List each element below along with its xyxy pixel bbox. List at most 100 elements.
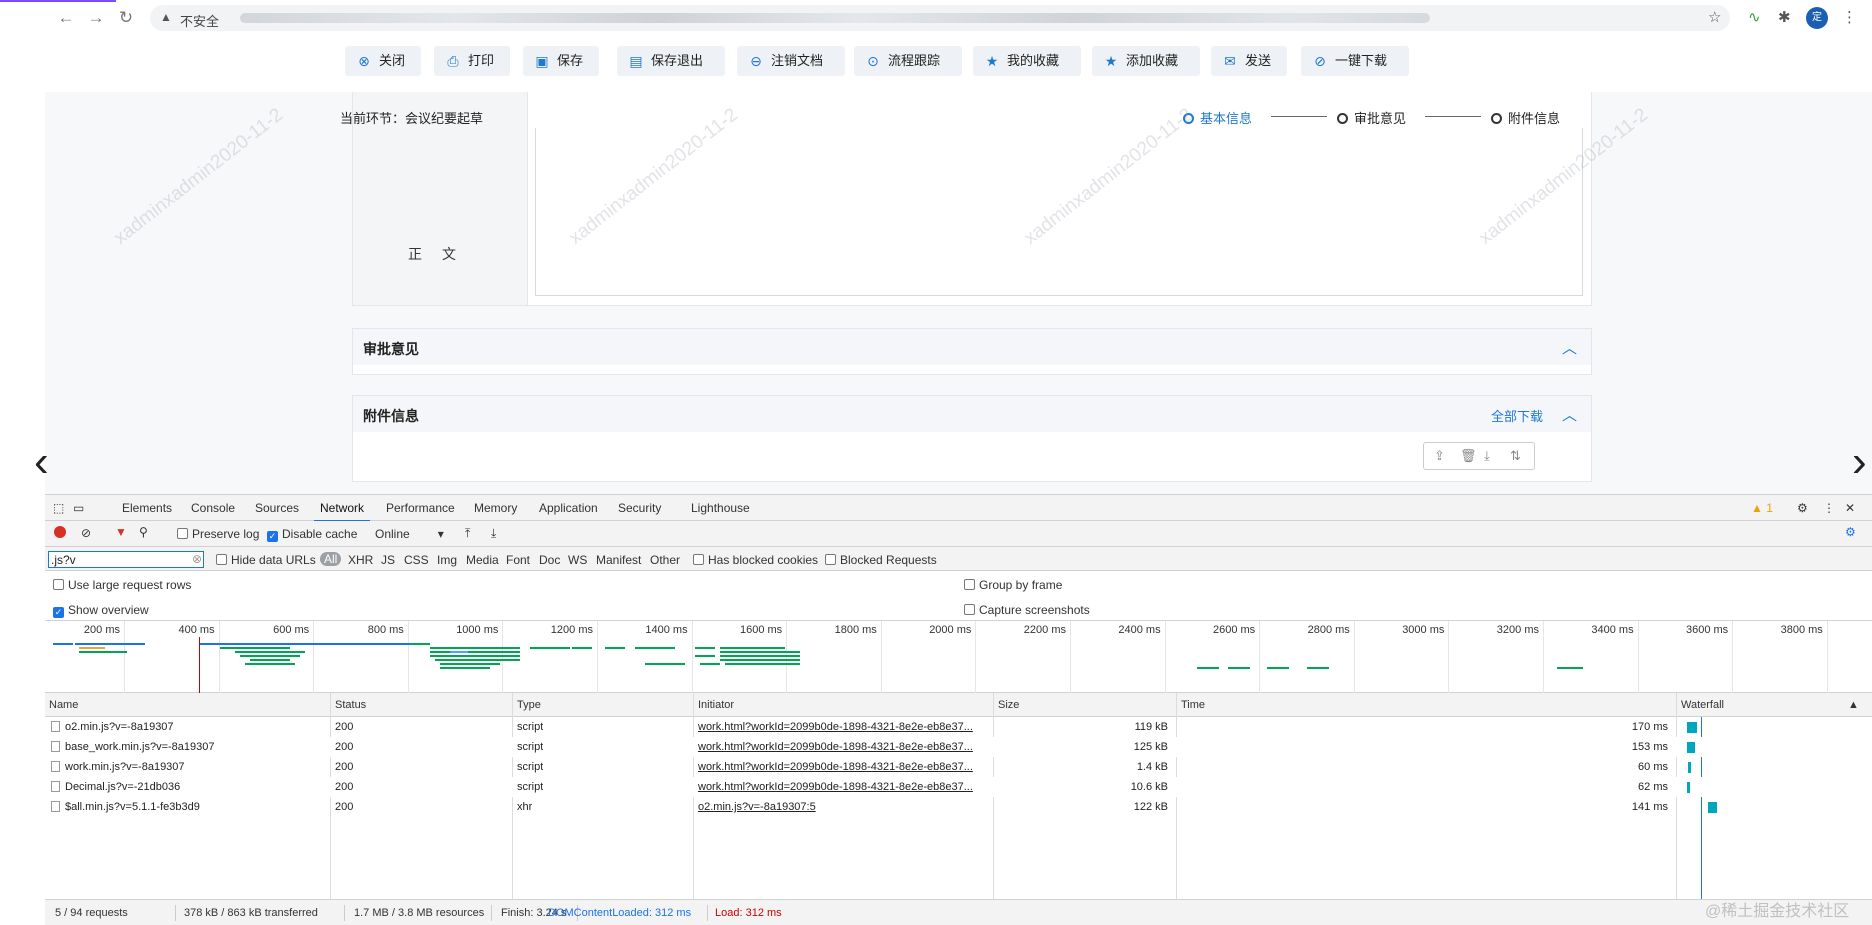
tab-elements[interactable]: Elements	[122, 501, 172, 515]
cancel-document-button[interactable]: ⊖ 注销文档	[737, 46, 845, 76]
timeline-overview[interactable]: 200 ms 400 ms 600 ms 800 ms 1000 ms 1200 ms 14…	[45, 621, 1872, 693]
send-button[interactable]: ✉ 发送	[1211, 46, 1287, 76]
next-arrow-icon[interactable]: ›	[1852, 440, 1867, 484]
type-filter-js[interactable]: JS	[381, 553, 395, 567]
search-icon[interactable]: ⚲	[139, 525, 148, 539]
warning-count[interactable]: ▲ 1	[1751, 501, 1773, 515]
more-menu-icon[interactable]: ⋮	[1823, 501, 1835, 515]
approval-panel-header[interactable]: 审批意见 ︿	[353, 329, 1591, 365]
step-attachments[interactable]: 附件信息	[1491, 108, 1560, 127]
chevron-up-icon[interactable]: ︿	[1562, 337, 1577, 358]
blocked-requests-checkbox[interactable]: Blocked Requests	[825, 553, 937, 567]
save-exit-button[interactable]: ▤ 保存退出	[617, 46, 725, 76]
download-icon[interactable]: ⤓	[1484, 448, 1490, 464]
request-row[interactable]: base_work.min.js?v=-8a19307 200 script work…	[45, 737, 1872, 757]
request-row[interactable]: o2.min.js?v=-8a19307 200 script work.html?w…	[45, 717, 1872, 737]
close-devtools-icon[interactable]: ✕	[1845, 501, 1855, 515]
show-overview-checkbox[interactable]: ✓ Show overview	[53, 603, 149, 618]
type-filter-all[interactable]: All	[320, 552, 342, 566]
export-har-icon[interactable]: ⤓	[491, 526, 496, 541]
request-initiator[interactable]: o2.min.js?v=-8a19307:5	[698, 801, 990, 813]
tab-lighthouse[interactable]: Lighthouse	[691, 501, 750, 515]
type-filter-xhr[interactable]: XHR	[348, 553, 373, 567]
trash-icon[interactable]: 🗑	[1460, 448, 1477, 464]
sort-icon[interactable]: ⇅	[1510, 448, 1521, 464]
filter-funnel-icon[interactable]: ▼	[115, 525, 127, 539]
tab-sources[interactable]: Sources	[255, 501, 299, 515]
one-click-download-button[interactable]: ⊘ 一键下载	[1301, 46, 1409, 76]
inspect-element-icon[interactable]: ⬚	[53, 501, 64, 515]
column-type[interactable]: Type	[517, 699, 541, 711]
print-button[interactable]: ⎙ 打印	[434, 46, 510, 76]
type-filter-font[interactable]: Font	[506, 553, 530, 567]
type-filter-media[interactable]: Media	[466, 553, 499, 567]
request-name[interactable]: base_work.min.js?v=-8a19307	[51, 741, 327, 753]
column-name[interactable]: Name	[49, 699, 78, 711]
address-bar[interactable]: ▲ 不安全	[150, 5, 1730, 31]
my-favorites-button[interactable]: ★ 我的收藏	[973, 46, 1081, 76]
profile-avatar[interactable]: 定	[1806, 7, 1828, 29]
chevron-up-icon[interactable]: ︿	[1562, 404, 1577, 425]
request-initiator[interactable]: work.html?workId=2099b0de-1898-4321-8e2e…	[698, 781, 990, 793]
type-filter-img[interactable]: Img	[437, 553, 457, 567]
add-favorite-button[interactable]: ★ 添加收藏	[1092, 46, 1200, 76]
type-filter-doc[interactable]: Doc	[539, 553, 560, 567]
settings-gear-icon[interactable]: ⚙	[1797, 501, 1808, 515]
tab-console[interactable]: Console	[191, 501, 235, 515]
bookmark-star-icon[interactable]: ☆	[1708, 8, 1721, 26]
tab-application[interactable]: Application	[539, 501, 598, 515]
request-name[interactable]: work.min.js?v=-8a19307	[51, 761, 327, 773]
save-button[interactable]: ▣ 保存	[523, 46, 599, 76]
clear-icon[interactable]: ⊘	[81, 526, 91, 540]
upload-icon[interactable]: ⇪	[1434, 448, 1445, 464]
tab-network[interactable]: Network	[313, 501, 371, 522]
filter-input[interactable]	[48, 551, 204, 568]
hide-data-urls-checkbox[interactable]: Hide data URLs	[216, 553, 316, 567]
column-time[interactable]: Time	[1181, 699, 1205, 711]
disable-cache-checkbox[interactable]: ✓ Disable cache	[267, 527, 357, 542]
request-initiator[interactable]: work.html?workId=2099b0de-1898-4321-8e2e…	[698, 741, 990, 753]
column-status[interactable]: Status	[335, 699, 366, 711]
blocked-cookies-checkbox[interactable]: Has blocked cookies	[693, 553, 818, 567]
request-row[interactable]: work.min.js?v=-8a19307 200 script work.html…	[45, 757, 1872, 777]
request-name[interactable]: Decimal.js?v=-21db036	[51, 781, 327, 793]
network-settings-gear-icon[interactable]: ⚙	[1845, 525, 1856, 539]
type-filter-manifest[interactable]: Manifest	[596, 553, 641, 567]
large-rows-checkbox[interactable]: Use large request rows	[53, 578, 191, 592]
step-approval[interactable]: 审批意见	[1337, 108, 1406, 127]
process-tracking-button[interactable]: ⊙ 流程跟踪	[854, 46, 962, 76]
request-name[interactable]: o2.min.js?v=-8a19307	[51, 721, 327, 733]
tab-memory[interactable]: Memory	[474, 501, 517, 515]
back-arrow-icon[interactable]: ←	[56, 8, 76, 28]
request-row[interactable]: $all.min.js?v=5.1.1-fe3b3d9 200 xhr o2.min.…	[45, 797, 1872, 817]
request-name[interactable]: $all.min.js?v=5.1.1-fe3b3d9	[51, 801, 327, 813]
request-initiator[interactable]: work.html?workId=2099b0de-1898-4321-8e2e…	[698, 721, 990, 733]
browser-menu-icon[interactable]: ⋮	[1842, 8, 1857, 26]
record-icon[interactable]	[54, 526, 66, 538]
sort-up-icon[interactable]: ▲	[1848, 699, 1859, 711]
column-size[interactable]: Size	[998, 699, 1019, 711]
request-row[interactable]: Decimal.js?v=-21db036 200 script work.html?…	[45, 777, 1872, 797]
throttle-select[interactable]: Online ▾	[375, 527, 444, 541]
capture-screenshots-checkbox[interactable]: Capture screenshots	[964, 603, 1090, 617]
extensions-puzzle-icon[interactable]: ✱	[1778, 8, 1791, 26]
type-filter-other[interactable]: Other	[650, 553, 680, 567]
tab-security[interactable]: Security	[618, 501, 661, 515]
type-filter-css[interactable]: CSS	[404, 553, 429, 567]
reload-icon[interactable]: ↻	[116, 8, 136, 28]
clear-filter-icon[interactable]: ⊗	[192, 552, 202, 566]
import-har-icon[interactable]: ⤒	[465, 526, 470, 541]
preserve-log-checkbox[interactable]: Preserve log	[177, 527, 259, 541]
forward-arrow-icon[interactable]: →	[86, 8, 106, 28]
download-all-link[interactable]: 全部下载	[1491, 406, 1543, 425]
extension-activity-icon[interactable]: ∿	[1748, 8, 1761, 26]
tab-performance[interactable]: Performance	[386, 501, 455, 515]
previous-arrow-icon[interactable]: ‹	[34, 440, 49, 484]
request-initiator[interactable]: work.html?workId=2099b0de-1898-4321-8e2e…	[698, 761, 990, 773]
column-waterfall[interactable]: Waterfall	[1681, 699, 1724, 711]
type-filter-ws[interactable]: WS	[568, 553, 587, 567]
device-toolbar-icon[interactable]: ▭	[73, 501, 84, 515]
group-by-frame-checkbox[interactable]: Group by frame	[964, 578, 1062, 592]
column-initiator[interactable]: Initiator	[698, 699, 734, 711]
close-button[interactable]: ⊗ 关闭	[345, 46, 421, 76]
